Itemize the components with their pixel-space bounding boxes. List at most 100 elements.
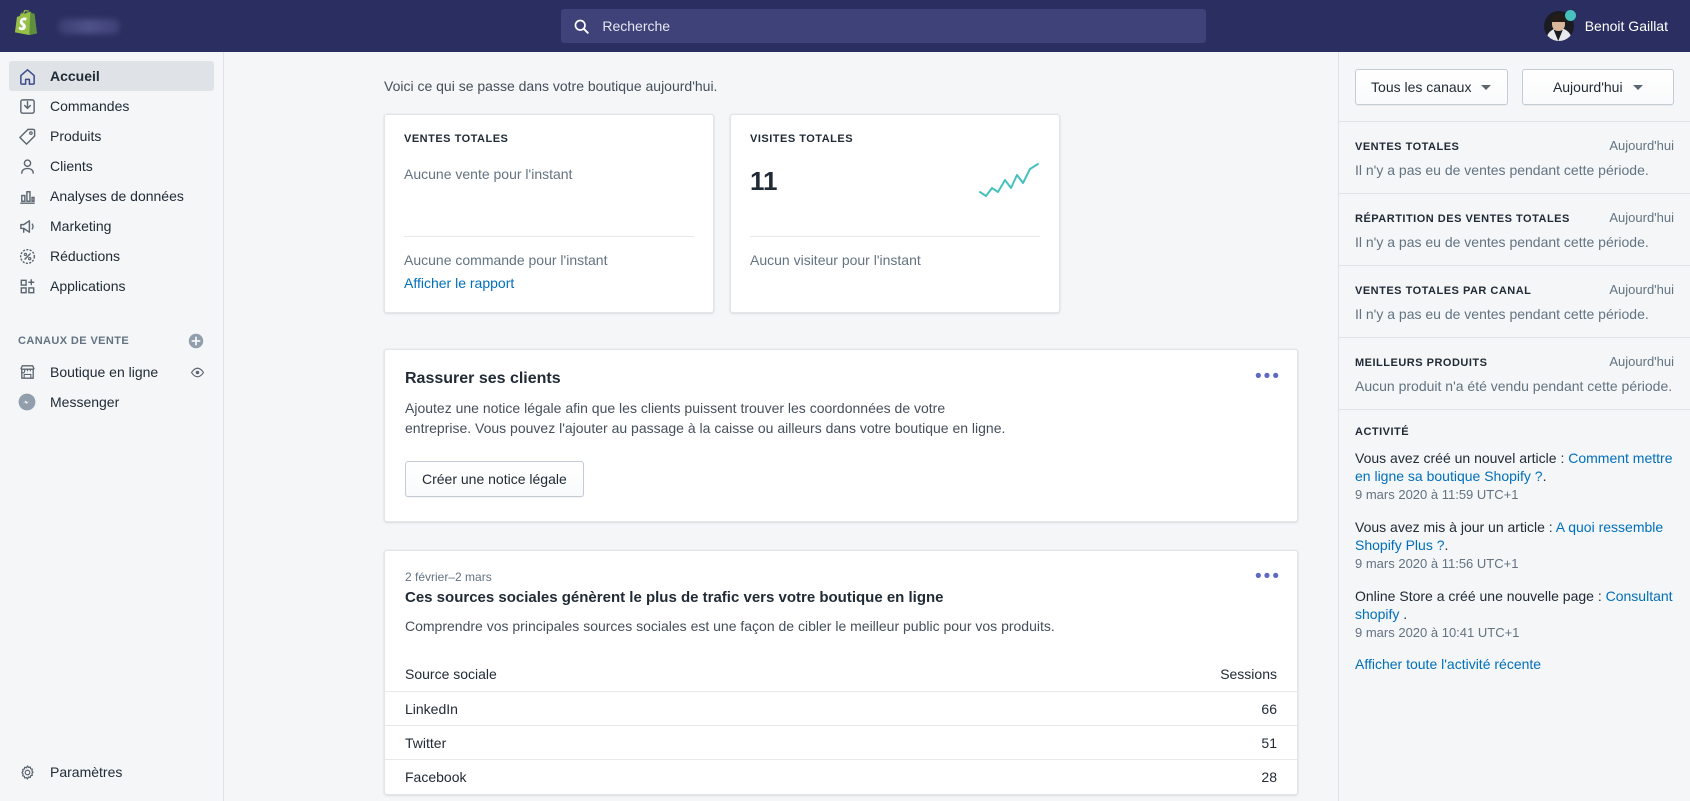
sidebar-nav-list: Accueil Commandes Produits Clients Analy… — [0, 61, 223, 301]
ellipsis-icon[interactable]: ••• — [1255, 366, 1281, 386]
sidebar-item-label: Réductions — [50, 248, 121, 264]
panel-block-meilleurs-produits: MEILLEURS PRODUITS Aujourd'hui Aucun pro… — [1339, 337, 1690, 409]
cell-sessions: 51 — [1261, 734, 1277, 751]
panel-block-period: Aujourd'hui — [1609, 210, 1674, 225]
report-card-social-sources: ••• 2 février–2 mars Ces sources sociale… — [384, 549, 1298, 795]
shopify-bag-icon[interactable] — [14, 10, 44, 42]
report-date-range: 2 février–2 mars — [405, 569, 492, 584]
sales-channels-section-header: CANAUX DE VENTE — [0, 331, 223, 351]
store-name-blurred — [58, 18, 120, 34]
metric-sub-text: Aucune commande pour l'instant — [404, 252, 608, 268]
visits-sparkline-chart — [979, 163, 1039, 197]
metric-value: 11 — [750, 166, 778, 196]
gear-icon — [17, 762, 37, 782]
report-description: Comprendre vos principales sources socia… — [405, 617, 1055, 634]
filter-label: Aujourd'hui — [1552, 79, 1623, 95]
sidebar-item-parametres[interactable]: Paramètres — [9, 757, 214, 787]
metric-label: VISITES TOTALES — [750, 133, 854, 145]
column-header-source: Source sociale — [405, 666, 497, 683]
status-indicator-dot — [1564, 10, 1576, 21]
activity-text: Vous avez créé un nouvel article : Comme… — [1355, 449, 1674, 486]
divider — [750, 236, 1040, 237]
sidebar-item-label: Paramètres — [50, 764, 123, 780]
marketing-megaphone-icon — [17, 216, 37, 236]
activity-item: Online Store a créé une nouvelle page : … — [1355, 587, 1674, 640]
sidebar-item-label: Marketing — [50, 218, 112, 234]
user-menu[interactable]: Benoit Gaillat — [1543, 10, 1690, 41]
search-input[interactable]: Recherche — [561, 9, 1207, 43]
see-all-activity-link[interactable]: Afficher toute l'activité récente — [1355, 656, 1674, 672]
panel-block-title: VENTES TOTALES PAR CANAL — [1355, 285, 1532, 297]
sidebar-item-produits[interactable]: Produits — [9, 121, 214, 151]
promo-title: Rassurer ses clients — [405, 370, 561, 387]
activity-suffix: . — [1542, 468, 1547, 485]
panel-block-title: MEILLEURS PRODUITS — [1355, 357, 1488, 369]
orders-inbox-icon — [17, 96, 37, 116]
activity-prefix: Vous avez créé un nouvel article : — [1355, 450, 1569, 466]
discount-percent-icon — [17, 246, 37, 266]
user-name: Benoit Gaillat — [1584, 18, 1668, 34]
ellipsis-icon[interactable]: ••• — [1255, 567, 1281, 587]
sidebar-item-boutique-en-ligne[interactable]: Boutique en ligne — [9, 357, 214, 387]
sidebar-item-commandes[interactable]: Commandes — [9, 91, 214, 121]
home-icon — [17, 66, 37, 86]
table-row[interactable]: Twitter 51 — [385, 725, 1297, 760]
analytics-bar-chart-icon — [17, 186, 37, 206]
panel-block-body: Il n'y a pas eu de ventes pendant cette … — [1355, 162, 1649, 178]
activity-prefix: Vous avez mis à jour un article : — [1355, 518, 1556, 535]
metric-empty-text: Aucune vente pour l'instant — [404, 166, 573, 182]
cell-source: Facebook — [405, 768, 467, 785]
metric-card-ventes-totales: VENTES TOTALES Aucune vente pour l'insta… — [384, 114, 714, 313]
panel-block-period: Aujourd'hui — [1609, 354, 1674, 369]
activity-item: Vous avez créé un nouvel article : Comme… — [1355, 449, 1674, 502]
activity-timestamp: 9 mars 2020 à 11:56 UTC+1 — [1355, 555, 1519, 571]
sidebar-item-accueil[interactable]: Accueil — [9, 61, 214, 91]
plus-circle-icon[interactable] — [187, 332, 205, 350]
shopify-admin-app: Recherche Benoit Gaillat Accueil Command… — [0, 0, 1690, 801]
panel-block-period: Aujourd'hui — [1609, 282, 1674, 297]
sidebar-item-label: Produits — [50, 128, 102, 144]
sidebar-item-label: Boutique en ligne — [50, 364, 159, 380]
sidebar-item-label: Analyses de données — [50, 188, 184, 204]
top-bar: Recherche Benoit Gaillat — [0, 0, 1690, 52]
sidebar-item-label: Messenger — [50, 394, 120, 410]
activity-timestamp: 9 mars 2020 à 10:41 UTC+1 — [1355, 624, 1520, 640]
panel-block-body: Il n'y a pas eu de ventes pendant cette … — [1355, 306, 1649, 322]
panel-block-body: Aucun produit n'a été vendu pendant cett… — [1355, 378, 1673, 394]
chevron-down-icon — [1632, 84, 1643, 90]
activity-suffix: . — [1399, 606, 1408, 623]
table-header-row: Source sociale Sessions — [385, 658, 1297, 692]
activity-title: ACTIVITÉ — [1355, 426, 1410, 438]
sidebar-item-label: Commandes — [50, 98, 130, 114]
cell-sessions: 66 — [1261, 700, 1277, 717]
sidebar-item-applications[interactable]: Applications — [9, 271, 214, 301]
view-report-link[interactable]: Afficher le rapport — [404, 275, 514, 291]
filter-date-dropdown[interactable]: Aujourd'hui — [1521, 69, 1674, 105]
sidebar-item-analyses[interactable]: Analyses de données — [9, 181, 214, 211]
report-title: Ces sources sociales génèrent le plus de… — [405, 588, 944, 606]
table-row[interactable]: Facebook 28 — [385, 759, 1297, 794]
panel-block-title: VENTES TOTALES — [1355, 141, 1460, 153]
metric-card-visites-totales: VISITES TOTALES 11 Aucun visiteur pour l… — [730, 114, 1060, 313]
sidebar-item-clients[interactable]: Clients — [9, 151, 214, 181]
divider — [404, 236, 694, 237]
product-tag-icon — [17, 126, 37, 146]
activity-item: Vous avez mis à jour un article : A quoi… — [1355, 518, 1674, 571]
activity-suffix: . — [1444, 537, 1449, 554]
sidebar-item-marketing[interactable]: Marketing — [9, 211, 214, 241]
sidebar-item-messenger[interactable]: Messenger — [9, 387, 214, 417]
search-area: Recherche — [224, 9, 1544, 43]
table-row[interactable]: LinkedIn 66 — [385, 691, 1297, 726]
filter-channels-dropdown[interactable]: Tous les canaux — [1355, 69, 1508, 105]
sales-channels-title: CANAUX DE VENTE — [18, 335, 130, 347]
metric-sub-text: Aucun visiteur pour l'instant — [750, 252, 921, 268]
customer-person-icon — [17, 156, 37, 176]
cell-source: LinkedIn — [405, 700, 458, 717]
eye-icon[interactable] — [189, 364, 206, 381]
filter-label: Tous les canaux — [1371, 79, 1472, 95]
avatar — [1543, 10, 1576, 41]
sidebar-footer: Paramètres — [0, 757, 223, 801]
create-legal-notice-button[interactable]: Créer une notice légale — [405, 460, 584, 497]
sidebar-item-reductions[interactable]: Réductions — [9, 241, 214, 271]
social-sources-table: Source sociale Sessions LinkedIn 66 Twit… — [385, 658, 1297, 794]
